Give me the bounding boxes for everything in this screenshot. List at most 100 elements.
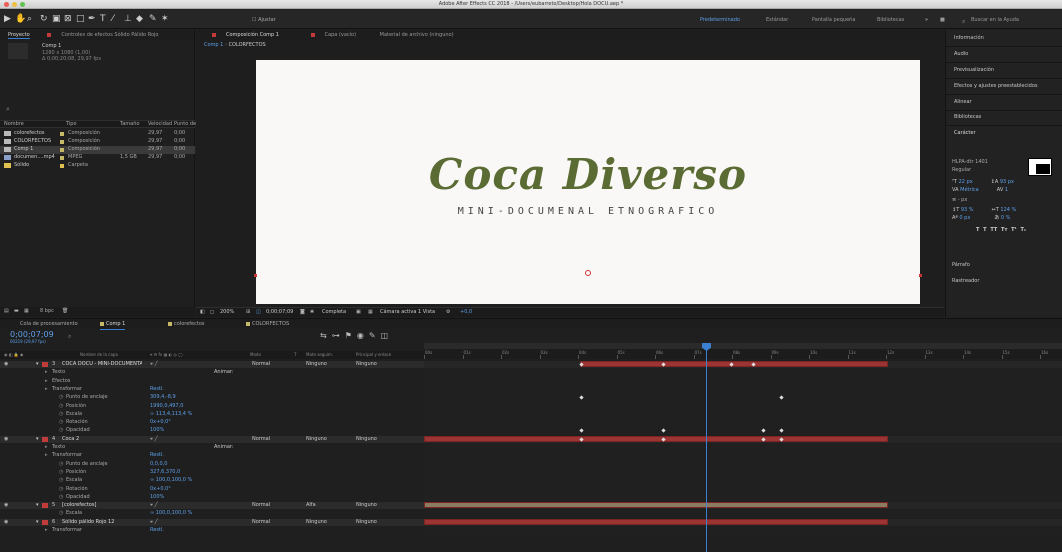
property-row[interactable]: ◷ Opacidad 100% — [0, 494, 424, 501]
timeline-track[interactable] — [424, 527, 1062, 534]
property-row[interactable]: ◷ Punto de anclaje 0,0,0,0 — [0, 461, 424, 468]
timeline-timecode[interactable]: 0;00;07;09 — [10, 330, 54, 339]
selection-tool-icon[interactable]: ▶ — [4, 15, 11, 24]
layer-mode-select[interactable]: Normal — [252, 519, 270, 526]
timeline-track[interactable] — [424, 419, 1062, 427]
label-color-swatch[interactable] — [60, 148, 64, 152]
resolution-select[interactable]: Completa — [322, 308, 346, 317]
timeline-track[interactable] — [424, 385, 1062, 393]
color-channel-icon[interactable]: ❀ — [310, 308, 314, 317]
property-value[interactable]: 0x+0,0° — [150, 486, 171, 493]
timeline-track[interactable] — [424, 502, 1062, 510]
layer-switches-icons[interactable]: ⚹ ╱ — [150, 502, 158, 509]
property-row[interactable]: ▸ Transformar Restl. — [0, 527, 424, 534]
stopwatch-icon[interactable]: ◷ — [59, 486, 63, 493]
expand-arrow-icon[interactable]: ▸ — [45, 444, 48, 451]
stopwatch-icon[interactable]: ◷ — [59, 403, 63, 410]
type-tool-icon[interactable]: T — [100, 15, 106, 24]
property-row[interactable]: ◷ Posición 1990,0,497,0 — [0, 403, 424, 410]
camera-select[interactable]: Cámara activa — [380, 308, 416, 317]
timeline-track[interactable] — [424, 510, 1062, 518]
property-row[interactable]: ◷ Opacidad 100% — [0, 427, 424, 434]
property-row[interactable]: ▸ Efectos — [0, 378, 424, 385]
property-row[interactable]: ◷ Escala ∞ 113,4,113,4 % — [0, 411, 424, 418]
layer-row[interactable]: ◉ ▾ 6 Sólido pálido Rojo 12 ⚹ ╱ Normal Ninguno… — [0, 518, 424, 526]
property-value[interactable]: ∞ 100,0,100,0 % — [150, 510, 192, 517]
layer-parent-select[interactable]: Ninguno — [356, 361, 377, 368]
minimize-icon[interactable] — [12, 2, 17, 7]
layer-name[interactable]: COCA DOCU - MINI-DOCUMENTAL ETNOGRAFICO — [62, 361, 142, 368]
keyframe-icon[interactable] — [579, 428, 584, 434]
text-format-button[interactable]: Tт — [1001, 227, 1007, 233]
vertical-scale-value[interactable]: 93 % — [961, 207, 974, 213]
timeline-track[interactable] — [424, 485, 1062, 493]
breadcrumb-colorfectos[interactable]: COLORFECTOS — [229, 42, 266, 48]
layer-visibility-icon[interactable]: ◉ — [4, 519, 8, 526]
tab-effect-controls[interactable]: Controles de efectos Sólido Pálido Rojo — [39, 32, 158, 38]
maximize-icon[interactable] — [20, 2, 25, 7]
sync-icon[interactable]: ▩ — [940, 17, 945, 23]
layer-row[interactable]: ◉ ▾ 3 COCA DOCU - MINI-DOCUMENTAL ETNOGRAFI… — [0, 361, 424, 368]
layer-parent-select[interactable]: Ninguno — [356, 519, 377, 526]
layer-mode-select[interactable]: Normal — [252, 436, 270, 443]
panel-header-0[interactable]: Información — [954, 35, 984, 41]
col-mode[interactable]: Modo — [250, 351, 261, 359]
stopwatch-icon[interactable]: ◷ — [59, 394, 63, 401]
col-fps[interactable]: Velocidad — [148, 121, 172, 128]
project-item[interactable]: documen....mp4 MPEG 1,5 GB 29,97 0;00 — [0, 154, 195, 162]
layer-mode-select[interactable]: Normal — [252, 502, 270, 509]
roi-icon[interactable]: ▣ — [356, 308, 361, 317]
col-size[interactable]: Tamaño — [120, 121, 139, 128]
tab-render-queue[interactable]: Cola de procesamiento — [20, 319, 78, 329]
traffic-lights[interactable] — [4, 2, 25, 7]
zoom-select[interactable]: 200% — [220, 308, 234, 317]
timeline-track[interactable] — [424, 452, 1062, 460]
layer-expand-icon[interactable]: ▾ — [36, 361, 39, 368]
timeline-track[interactable] — [424, 361, 1062, 368]
kerning-value[interactable]: Métrica — [960, 187, 979, 193]
col-name[interactable]: Nombre — [4, 121, 24, 128]
layer-trackmatte-select[interactable]: Ninguno — [306, 519, 327, 526]
keyframe-icon[interactable] — [661, 428, 666, 434]
panel-header-4[interactable]: Alinear — [954, 99, 972, 105]
layer-switches-icons[interactable]: ⚹ ╱ — [150, 519, 158, 526]
timeline-track[interactable] — [424, 369, 1062, 377]
tab-composition[interactable]: Composición Comp 1 — [204, 32, 279, 38]
work-area-bar[interactable] — [424, 343, 1062, 349]
timeline-track[interactable] — [424, 427, 1062, 435]
label-color-swatch[interactable] — [60, 164, 64, 168]
label-color-swatch[interactable] — [60, 132, 64, 136]
composition-canvas[interactable]: Coca Diverso MINI-DOCUMENAL ETNOGRAFICO — [254, 60, 922, 304]
property-value[interactable]: Restl. — [150, 386, 164, 393]
project-item[interactable]: Sólido Carpeta — [0, 162, 195, 170]
rotate-tool-icon[interactable]: ↻ — [40, 15, 48, 24]
stopwatch-icon[interactable]: ◷ — [59, 510, 63, 517]
property-value[interactable]: 100% — [150, 494, 164, 501]
new-comp-icon[interactable]: ▦ — [24, 308, 29, 315]
layer-visibility-icon[interactable]: ◉ — [4, 361, 8, 368]
camera-tool-icon[interactable]: ▣ — [52, 15, 61, 24]
property-row[interactable]: ◷ Posición 327,6,370,0 — [0, 469, 424, 476]
font-size-value[interactable]: 22 px — [959, 179, 973, 185]
tracking-value[interactable]: 1 — [1005, 187, 1008, 193]
text-format-button[interactable]: T¹ — [1011, 227, 1017, 233]
panel-header-3[interactable]: Efectos y ajustes preestablecidos — [954, 83, 1037, 89]
workspace-small-screen[interactable]: Pantalla pequeña — [812, 17, 855, 23]
stroke-color-swatch[interactable] — [1036, 164, 1050, 174]
exposure-offset[interactable]: +0,0 — [460, 308, 472, 317]
zoom-tool-icon[interactable]: ⌕ — [27, 15, 32, 24]
bbox-handle-left[interactable] — [254, 274, 257, 277]
property-value[interactable]: 0,0,0,0 — [150, 461, 168, 468]
col-t[interactable]: T — [294, 351, 296, 359]
property-row[interactable]: ▸ Texto Animar: — [0, 369, 424, 376]
property-row[interactable]: ◷ Punto de anclaje 309,4,-8,9 — [0, 394, 424, 401]
timeline-track[interactable] — [424, 518, 1062, 526]
keyframe-icon[interactable] — [779, 428, 784, 434]
layer-duration-bar[interactable] — [424, 435, 888, 442]
keyframe-icon[interactable] — [761, 428, 766, 434]
layer-duration-bar[interactable] — [424, 518, 888, 525]
trash-icon[interactable]: 🗑 — [62, 308, 68, 315]
panel-header-6[interactable]: Carácter — [954, 130, 976, 136]
bpc-label[interactable]: 8 bpc — [40, 308, 54, 315]
viewer-timecode[interactable]: 0;00;07;09 — [266, 308, 293, 317]
